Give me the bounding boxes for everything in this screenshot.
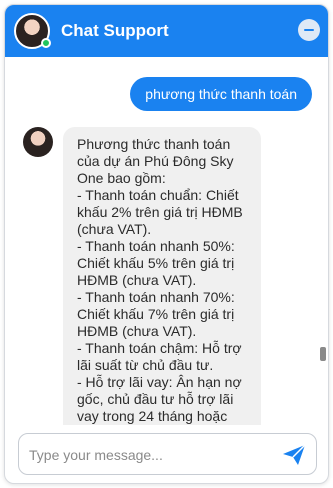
bot-message: Phương thức thanh toán của dự án Phú Đôn… bbox=[63, 127, 261, 425]
send-button[interactable] bbox=[282, 444, 306, 466]
bot-avatar bbox=[23, 127, 53, 157]
bot-message-line: - Thanh toán nhanh 50%: Chiết khấu 5% tr… bbox=[77, 238, 235, 288]
agent-avatar-wrapper bbox=[14, 13, 51, 49]
chat-title: Chat Support bbox=[61, 21, 169, 40]
message-list[interactable]: phương thức thanh toán Phương thức thanh… bbox=[5, 57, 328, 425]
user-message: phương thức thanh toán bbox=[130, 77, 312, 111]
minimize-button[interactable] bbox=[298, 19, 320, 41]
scrollbar-thumb[interactable] bbox=[320, 347, 326, 361]
bot-message-line: - Hỗ trợ lãi vay: Ân hạn nợ gốc, chủ đầu… bbox=[77, 374, 242, 424]
bot-message-line: Phương thức thanh toán của dự án Phú Đôn… bbox=[77, 136, 234, 186]
message-scrollbar[interactable] bbox=[319, 57, 327, 425]
chat-header: Chat Support bbox=[5, 5, 328, 57]
bot-message-line: - Thanh toán nhanh 70%: Chiết khấu 7% tr… bbox=[77, 289, 235, 339]
paper-plane-icon bbox=[283, 444, 306, 465]
minus-icon bbox=[304, 29, 314, 31]
message-input-bar bbox=[18, 433, 317, 475]
bot-message-line: - Thanh toán chuẩn: Chiết khấu 2% trên g… bbox=[77, 187, 243, 237]
online-status-indicator bbox=[41, 38, 51, 48]
chat-widget: Chat Support phương thức thanh toán Phươ… bbox=[4, 4, 329, 484]
bot-message-line: - Thanh toán chậm: Hỗ trợ lãi suất từ ch… bbox=[77, 340, 242, 373]
message-input[interactable] bbox=[29, 444, 269, 466]
